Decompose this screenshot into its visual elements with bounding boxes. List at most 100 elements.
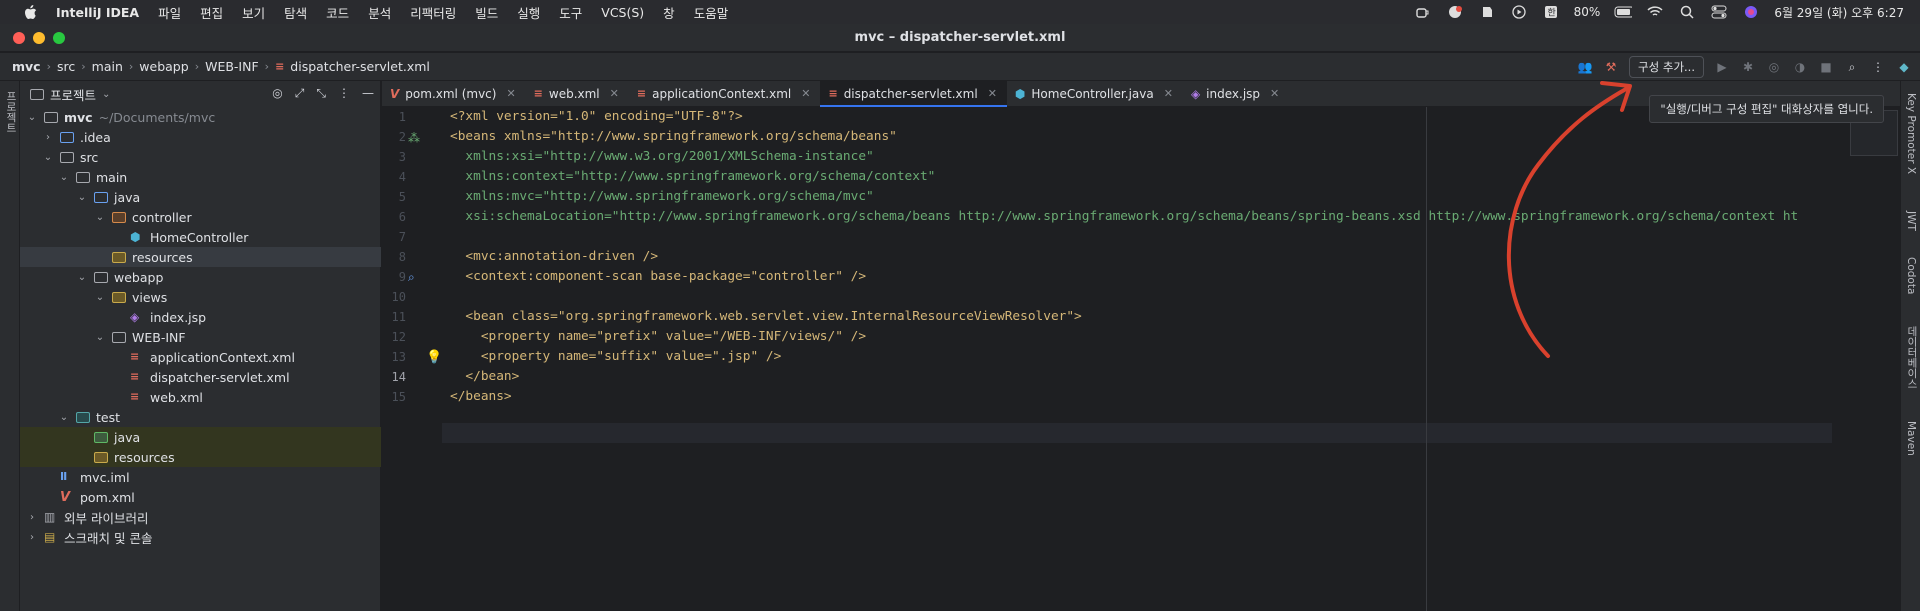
- wifi-icon[interactable]: [1646, 5, 1664, 19]
- tree-item[interactable]: ⌄ WEB-INF: [20, 327, 381, 347]
- tree-item[interactable]: ≡ dispatcher-servlet.xml: [20, 367, 381, 387]
- code-editor[interactable]: 1 2 3 4 5 6 7 8 9 10 11 12 13 14 15 ⁂ ⌕ …: [382, 107, 1900, 611]
- tree-item[interactable]: ⌄ webapp: [20, 267, 381, 287]
- locate-icon[interactable]: ◎: [272, 86, 282, 101]
- codota-tool[interactable]: Codota: [1905, 257, 1917, 294]
- chevron-down-icon[interactable]: ⌄: [102, 89, 110, 100]
- chevron-right-icon[interactable]: ›: [42, 132, 54, 143]
- tree-item[interactable]: ≡ web.xml: [20, 387, 381, 407]
- tree-item[interactable]: ⬢ HomeController: [20, 227, 381, 247]
- tree-item[interactable]: ◈ index.jsp: [20, 307, 381, 327]
- hide-panel-icon[interactable]: —: [362, 86, 374, 101]
- debug-icon[interactable]: ✱: [1740, 59, 1756, 75]
- chevron-down-icon[interactable]: ⌄: [76, 272, 88, 283]
- evernote-icon[interactable]: [1478, 5, 1496, 19]
- breadcrumb-item[interactable]: WEB-INF: [205, 59, 259, 74]
- tree-item[interactable]: ≡ applicationContext.xml: [20, 347, 381, 367]
- chevron-right-icon[interactable]: ›: [26, 512, 38, 523]
- menu-navigate[interactable]: 탐색: [284, 3, 307, 22]
- control-center-icon[interactable]: [1710, 5, 1728, 19]
- tree-item[interactable]: ⌄ controller: [20, 207, 381, 227]
- menu-help[interactable]: 도움말: [694, 3, 729, 22]
- users-icon[interactable]: 👥: [1577, 59, 1593, 75]
- siri-icon[interactable]: [1742, 5, 1760, 19]
- chevron-down-icon[interactable]: ⌄: [42, 152, 54, 163]
- close-icon[interactable]: ✕: [801, 87, 810, 100]
- search-icon[interactable]: ⌕: [1844, 59, 1860, 75]
- tree-item[interactable]: › .idea: [20, 127, 381, 147]
- chevron-down-icon[interactable]: ⌄: [26, 112, 38, 123]
- tab-home-controller[interactable]: ⬢ HomeController.java ✕: [1007, 81, 1183, 106]
- stop-icon[interactable]: ■: [1818, 59, 1834, 75]
- close-icon[interactable]: ✕: [988, 87, 997, 100]
- play-icon[interactable]: [1510, 5, 1528, 19]
- breadcrumb-item[interactable]: main: [92, 59, 123, 74]
- close-icon[interactable]: ✕: [1270, 87, 1279, 100]
- tree-item[interactable]: › ▥ 외부 라이브러리: [20, 507, 381, 527]
- clock-datetime[interactable]: 6월 29일 (화) 오후 6:27: [1774, 4, 1904, 21]
- menu-window[interactable]: 창: [663, 3, 675, 22]
- lightbulb-icon[interactable]: 💡: [426, 350, 442, 365]
- tree-item[interactable]: ⌄ views: [20, 287, 381, 307]
- menu-vcs[interactable]: VCS(S): [601, 5, 644, 20]
- tree-item-root[interactable]: ⌄ mvc ~/Documents/mvc: [20, 107, 381, 127]
- menu-refactor[interactable]: 리팩터링: [410, 3, 456, 22]
- tree-item[interactable]: Ⅱ mvc.iml: [20, 467, 381, 487]
- run-icon[interactable]: ▶: [1714, 59, 1730, 75]
- database-tool[interactable]: 데이터베이스: [1905, 326, 1920, 389]
- hammer-build-icon[interactable]: ⚒: [1603, 59, 1619, 75]
- run-config-button[interactable]: 구성 추가...: [1629, 56, 1704, 78]
- tab-application-context[interactable]: ≡ applicationContext.xml ✕: [629, 81, 821, 106]
- menu-file[interactable]: 파일: [158, 3, 181, 22]
- menu-view[interactable]: 보기: [242, 3, 265, 22]
- key-promoter-tool[interactable]: Key Promoter X: [1905, 93, 1917, 174]
- chevron-down-icon[interactable]: ⌄: [58, 172, 70, 183]
- tree-item[interactable]: resources: [20, 447, 381, 467]
- tree-item[interactable]: ⌄ src: [20, 147, 381, 167]
- breadcrumb-item[interactable]: webapp: [139, 59, 188, 74]
- input-method-icon[interactable]: 한: [1542, 5, 1560, 19]
- expand-all-icon[interactable]: ⤢: [295, 86, 305, 101]
- search-gutter-icon[interactable]: ⌕: [408, 270, 415, 285]
- tree-item[interactable]: ⌄ java: [20, 187, 381, 207]
- tree-item[interactable]: ⌄ test: [20, 407, 381, 427]
- chevron-right-icon[interactable]: ›: [26, 532, 38, 543]
- close-icon[interactable]: ✕: [506, 87, 515, 100]
- apple-icon[interactable]: [22, 4, 38, 20]
- breadcrumb-item[interactable]: src: [57, 59, 75, 74]
- tree-item-selected[interactable]: resources: [20, 247, 381, 267]
- close-icon[interactable]: ✕: [610, 87, 619, 100]
- maven-tool[interactable]: Maven: [1905, 421, 1917, 456]
- tab-dispatcher-servlet[interactable]: ≡ dispatcher-servlet.xml ✕: [820, 81, 1008, 107]
- chevron-down-icon[interactable]: ⌄: [58, 412, 70, 423]
- battery-icon[interactable]: [1614, 5, 1633, 19]
- tab-index-jsp[interactable]: ◈ index.jsp ✕: [1183, 81, 1289, 106]
- menu-run[interactable]: 실행: [517, 3, 540, 22]
- tree-item[interactable]: V pom.xml: [20, 487, 381, 507]
- menu-code[interactable]: 코드: [326, 3, 349, 22]
- menu-edit[interactable]: 편집: [200, 3, 223, 22]
- tree-item[interactable]: java: [20, 427, 381, 447]
- more-options-icon[interactable]: ⋮: [338, 86, 350, 101]
- menu-tools[interactable]: 도구: [559, 3, 582, 22]
- coverage-icon[interactable]: ◎: [1766, 59, 1782, 75]
- menu-build[interactable]: 빌드: [475, 3, 498, 22]
- spring-bean-gutter-icon[interactable]: ⁂: [408, 131, 420, 145]
- project-panel-title[interactable]: 프로젝트: [50, 85, 96, 104]
- tab-pom-xml[interactable]: V pom.xml (mvc) ✕: [382, 81, 526, 106]
- tree-item[interactable]: ⌄ main: [20, 167, 381, 187]
- menu-analyze[interactable]: 분석: [368, 3, 391, 22]
- profile-icon[interactable]: ◑: [1792, 59, 1808, 75]
- project-tool-label[interactable]: 프로젝트: [4, 91, 19, 133]
- spotlight-search-icon[interactable]: [1678, 5, 1696, 19]
- tree-item[interactable]: › ▤ 스크래치 및 콘솔: [20, 527, 381, 547]
- breadcrumb-item[interactable]: dispatcher-servlet.xml: [290, 59, 430, 74]
- coffee-icon[interactable]: [1414, 5, 1432, 19]
- chevron-down-icon[interactable]: ⌄: [76, 192, 88, 203]
- more-options-icon[interactable]: ⋮: [1870, 59, 1886, 75]
- chevron-down-icon[interactable]: ⌄: [94, 212, 106, 223]
- menu-app-name[interactable]: IntelliJ IDEA: [56, 5, 139, 20]
- collapse-all-icon[interactable]: ⤡: [316, 86, 326, 101]
- jwt-tool[interactable]: JWT: [1905, 211, 1917, 231]
- breadcrumb-item[interactable]: mvc: [12, 59, 41, 74]
